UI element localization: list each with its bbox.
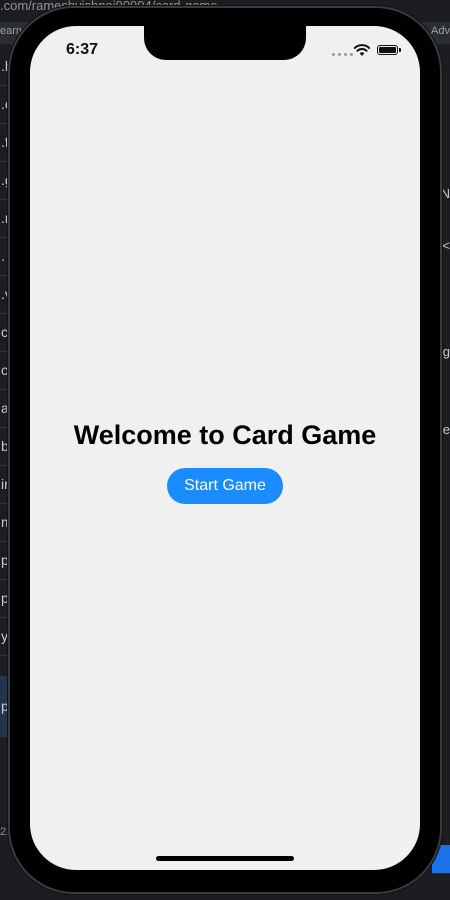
- home-indicator[interactable]: [156, 856, 294, 861]
- phone-frame: 6:37 Welcome to Card Game Start Game: [10, 8, 440, 892]
- background-right-text: re: [438, 422, 450, 437]
- wifi-icon: [353, 44, 371, 56]
- signal-dots-icon: [332, 53, 353, 56]
- background-right-text: g: [442, 344, 450, 359]
- phone-screen: 6:37 Welcome to Card Game Start Game: [30, 26, 420, 870]
- battery-icon: [377, 45, 398, 55]
- background-right-text: N: [440, 186, 450, 201]
- battery-tip: [399, 48, 401, 52]
- background-tab-left: earn: [0, 25, 23, 37]
- notch: [144, 26, 306, 60]
- welcome-title: Welcome to Card Game: [73, 420, 377, 450]
- background-right-text: <: [442, 238, 450, 253]
- background-tab-right: Adv: [431, 25, 450, 37]
- start-game-button[interactable]: Start Game: [167, 468, 283, 504]
- status-time: 6:37: [66, 41, 99, 58]
